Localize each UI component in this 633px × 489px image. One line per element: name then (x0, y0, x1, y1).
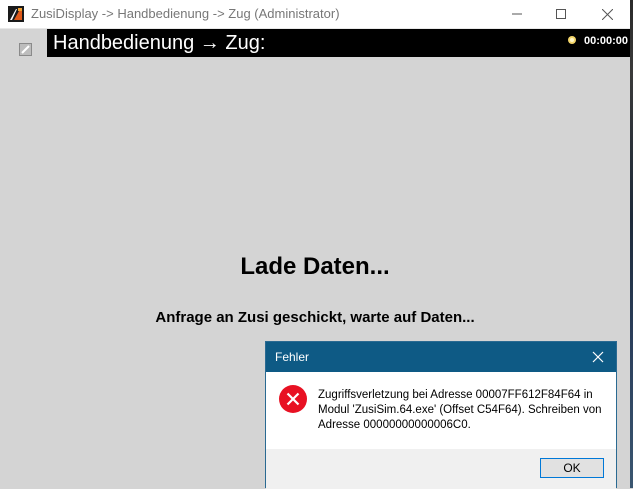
ok-button[interactable]: OK (540, 458, 604, 478)
error-dialog: Fehler Zugriffsverletzung bei Adresse 00… (265, 341, 617, 489)
dialog-close-icon[interactable] (591, 350, 605, 364)
error-icon (279, 385, 307, 413)
clock-readout: 00:00:00 (584, 35, 629, 47)
dialog-message: Zugriffsverletzung bei Adresse 00007FF61… (318, 389, 602, 431)
loading-title: Lade Daten... (240, 253, 390, 280)
app-icon (8, 6, 24, 22)
loading-subtitle: Anfrage an Zusi geschickt, warte auf Dat… (155, 309, 475, 326)
sun-icon (568, 36, 576, 44)
dialog-title: Fehler (275, 350, 310, 364)
dialog-footer: OK (266, 449, 616, 489)
window-title: ZusiDisplay -> Handbedienung -> Zug (Adm… (31, 6, 340, 21)
close-icon (601, 8, 613, 20)
maximize-icon (556, 9, 566, 19)
minimize-icon (512, 13, 522, 15)
close-button[interactable] (584, 0, 630, 28)
maximize-button[interactable] (538, 0, 584, 28)
header-bar: Handbedienung → Zug: 00:00:00 (47, 29, 630, 57)
edit-icon[interactable] (19, 43, 32, 56)
dialog-titlebar[interactable]: Fehler (266, 342, 616, 372)
minimize-button[interactable] (494, 0, 540, 28)
window-titlebar[interactable]: ZusiDisplay -> Handbedienung -> Zug (Adm… (0, 0, 630, 29)
page-title: Handbedienung → Zug: (53, 32, 266, 54)
